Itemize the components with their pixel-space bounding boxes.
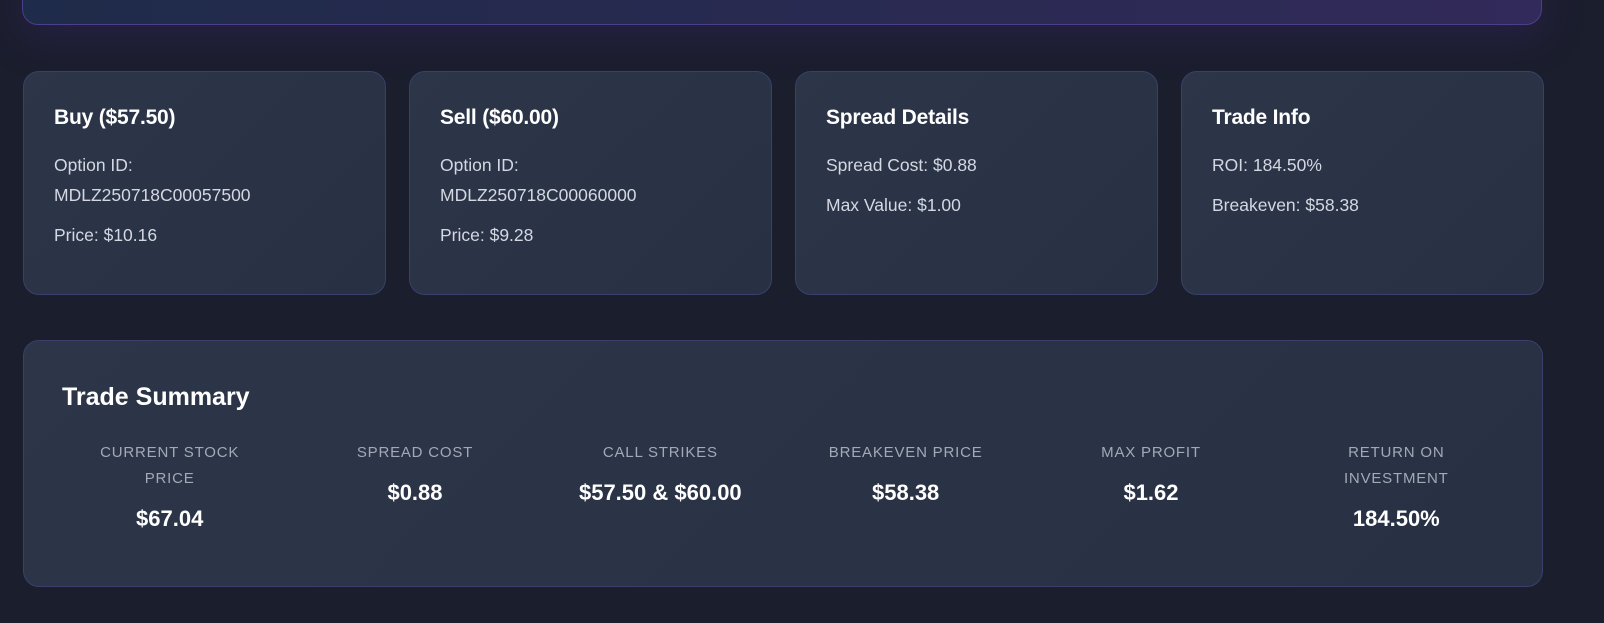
trade-info-card: Trade Info ROI: 184.50% Breakeven: $58.3… <box>1181 71 1544 295</box>
summary-value: $67.04 <box>136 506 204 531</box>
summary-call-strikes: Call Strikes $57.50 & $60.00 <box>538 440 783 532</box>
summary-label: Call Strikes <box>602 444 718 461</box>
roi: ROI: 184.50% <box>1212 155 1322 175</box>
header-banner <box>22 0 1542 25</box>
max-value: Max Value: $1.00 <box>826 195 961 215</box>
spread-cost: Spread Cost: $0.88 <box>826 155 977 175</box>
summary-breakeven-price: Breakeven Price $58.38 <box>783 440 1028 532</box>
summary-label: Current Stock Price <box>100 444 240 487</box>
option-id-value: MDLZ250718C00060000 <box>440 185 637 205</box>
card-title: Trade Info <box>1212 106 1311 129</box>
card-title: Buy ($57.50) <box>54 106 176 129</box>
option-cards: Buy ($57.50) Option ID: MDLZ250718C00057… <box>23 71 1544 295</box>
price: Price: $10.16 <box>54 225 158 245</box>
summary-value: $57.50 & $60.00 <box>578 480 742 505</box>
summary-value: $0.88 <box>387 480 443 505</box>
option-id-label: Option ID: <box>440 155 519 175</box>
summary-value: $1.62 <box>1123 480 1179 505</box>
summary-spread-cost: Spread Cost $0.88 <box>292 440 537 532</box>
summary-value: $58.38 <box>872 480 940 505</box>
summary-roi: Return on Investment 184.50% <box>1274 440 1519 532</box>
option-id-value: MDLZ250718C00057500 <box>54 185 251 205</box>
summary-label: Spread Cost <box>356 444 474 461</box>
card-title: Sell ($60.00) <box>440 106 559 129</box>
summary-current-stock-price: Current Stock Price $67.04 <box>47 440 292 532</box>
summary-value: 184.50% <box>1352 506 1440 531</box>
breakeven: Breakeven: $58.38 <box>1212 195 1359 215</box>
summary-title: Trade Summary <box>62 383 250 411</box>
buy-card: Buy ($57.50) Option ID: MDLZ250718C00057… <box>23 71 386 295</box>
sell-card: Sell ($60.00) Option ID: MDLZ250718C0006… <box>409 71 772 295</box>
summary-max-profit: Max Profit $1.62 <box>1028 440 1273 532</box>
summary-label: Max Profit <box>1101 444 1201 461</box>
summary-label: Breakeven Price <box>828 444 983 461</box>
price: Price: $9.28 <box>440 225 534 245</box>
trade-summary: Trade Summary Current Stock Price $67.04 … <box>23 340 1543 587</box>
card-title: Spread Details <box>826 106 970 129</box>
spread-details-card: Spread Details Spread Cost: $0.88 Max Va… <box>795 71 1158 295</box>
summary-label: Return on Investment <box>1343 444 1449 487</box>
option-id-label: Option ID: <box>54 155 133 175</box>
